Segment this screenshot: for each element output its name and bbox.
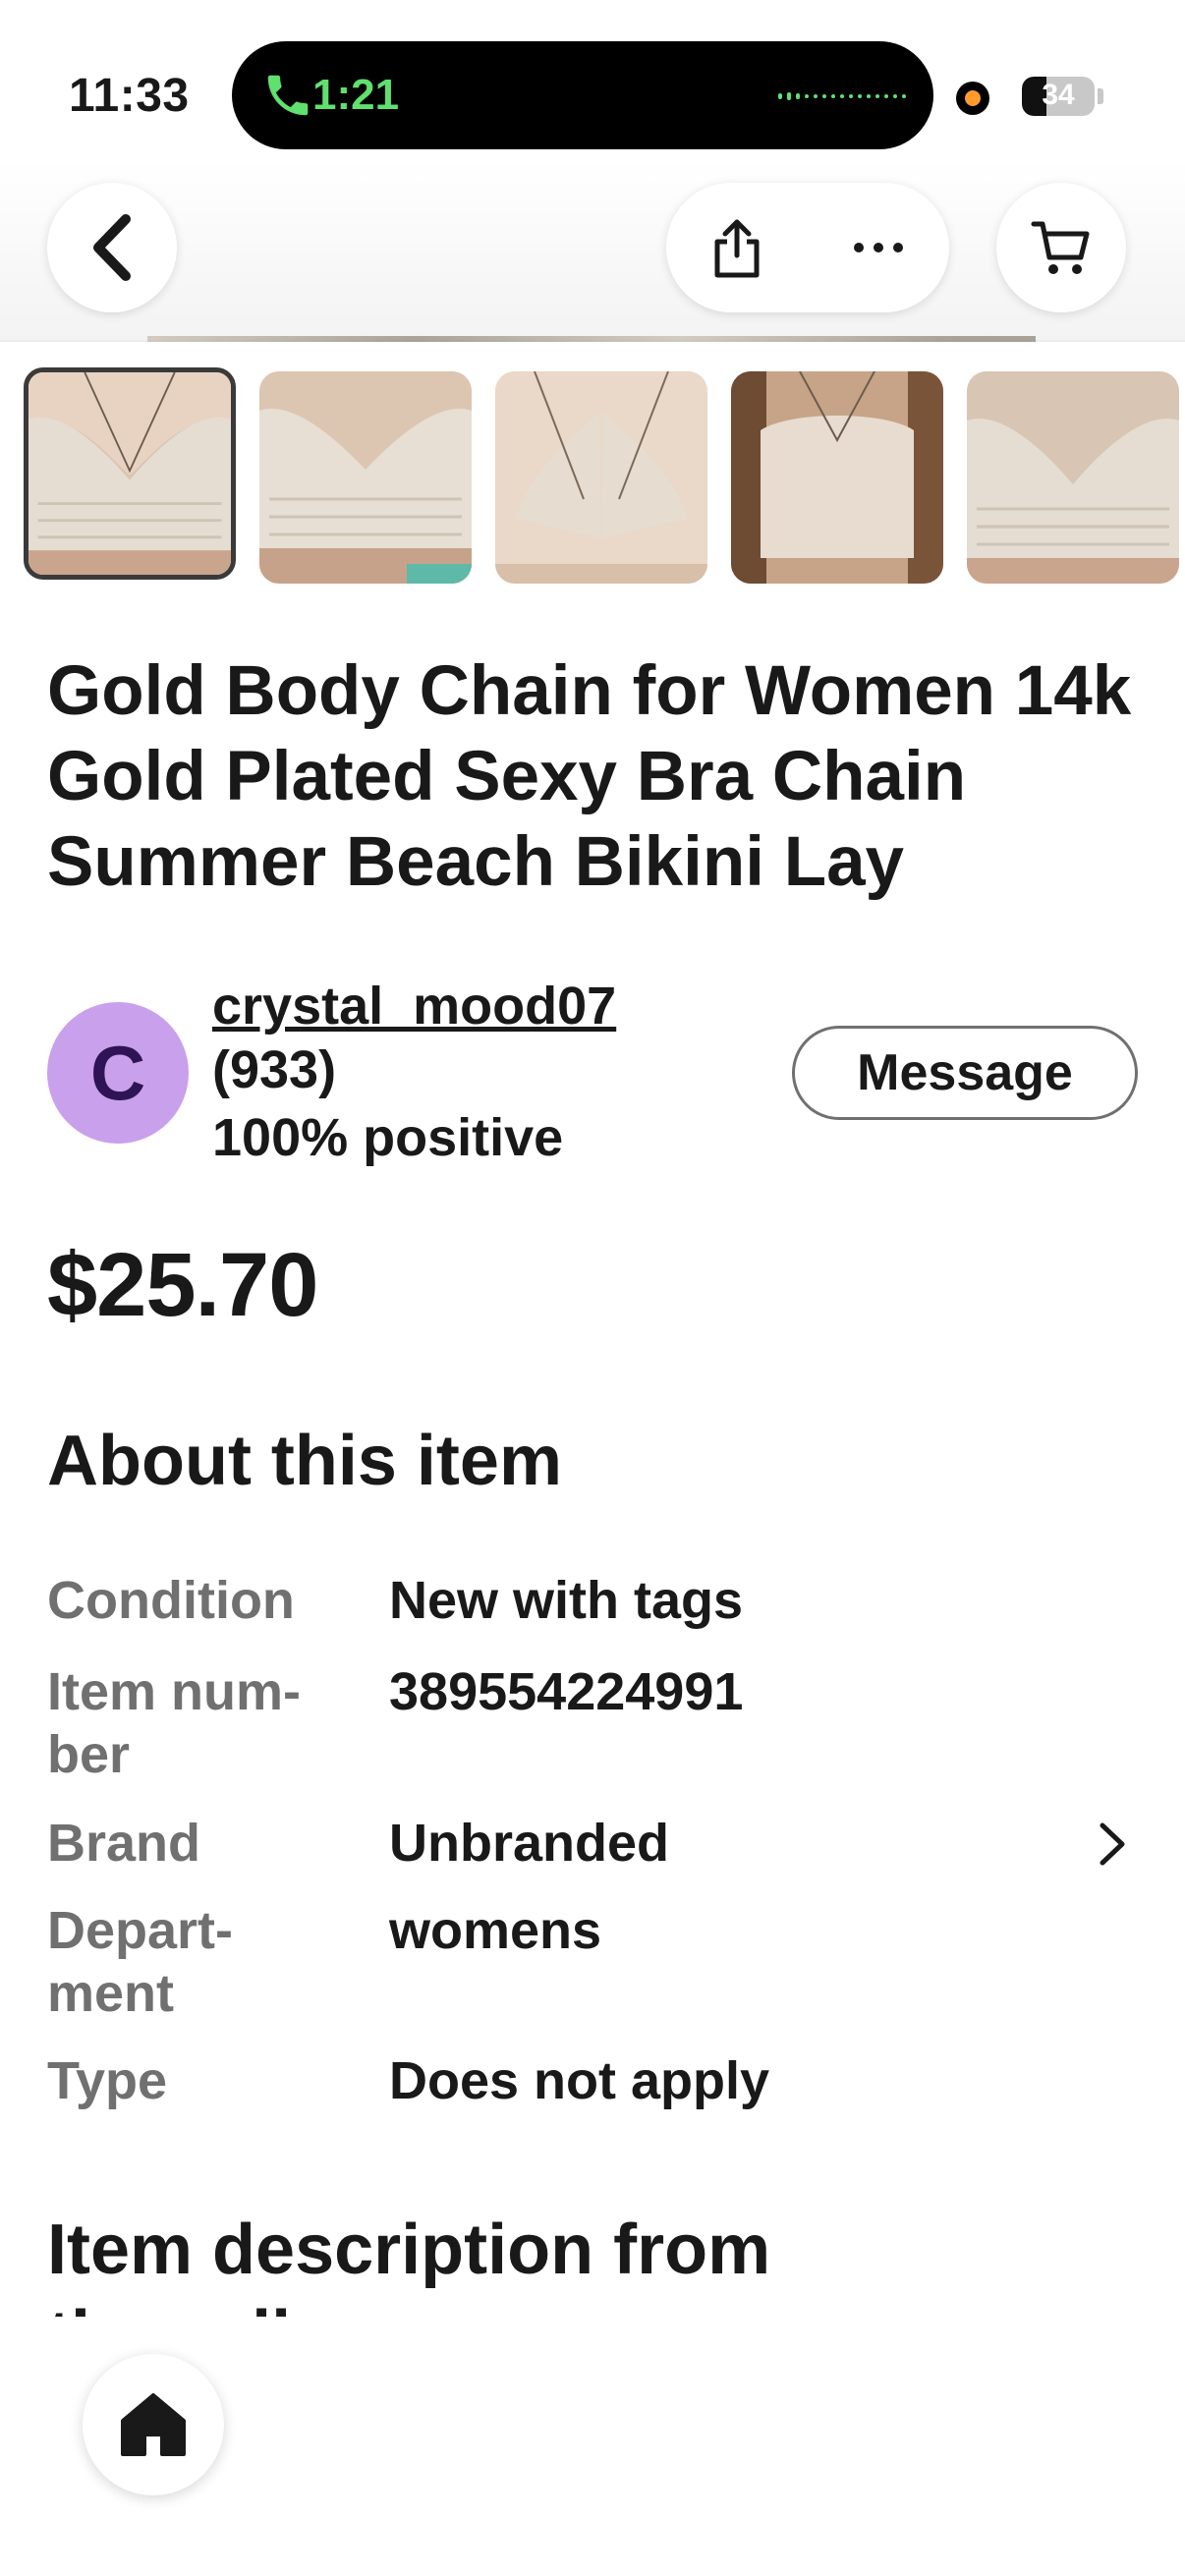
more-button[interactable] xyxy=(808,183,949,312)
item-description-heading: Item description from the seller xyxy=(47,2211,771,2317)
product-photo xyxy=(967,371,1179,584)
spec-label: Type xyxy=(47,2051,168,2110)
cart-icon xyxy=(1031,221,1090,274)
chevron-right-icon[interactable] xyxy=(1093,1820,1132,1869)
home-icon xyxy=(121,2393,186,2456)
spec-value: Does not apply xyxy=(389,2051,770,2110)
share-icon xyxy=(714,219,760,278)
thumbnail-5[interactable] xyxy=(967,371,1179,584)
message-seller-button[interactable]: Message xyxy=(792,1026,1138,1120)
share-button[interactable] xyxy=(666,183,808,312)
item-price: $25.70 xyxy=(47,1235,318,1335)
product-photo xyxy=(28,372,231,575)
phone-icon xyxy=(267,75,309,116)
avatar-letter: C xyxy=(89,1029,146,1116)
main-image-edge xyxy=(147,336,1036,342)
home-button[interactable] xyxy=(83,2354,224,2495)
seller-positive-rating: 100% positive xyxy=(212,1108,564,1167)
cart-button[interactable] xyxy=(996,183,1126,312)
spec-value: womens xyxy=(389,1901,602,1960)
spec-value: New with tags xyxy=(389,1571,744,1630)
spec-value: Unbranded xyxy=(389,1814,670,1873)
spec-row-brand[interactable]: Brand Unbranded xyxy=(47,1812,1138,1875)
product-page: 11:33 1:21 34 Gold Body Chain for Women … xyxy=(0,0,1185,2576)
product-photo xyxy=(259,371,472,584)
spec-value: 389554224991 xyxy=(389,1662,744,1721)
audio-wave-icon xyxy=(778,92,906,100)
product-photo xyxy=(495,371,707,584)
thumbnail-4[interactable] xyxy=(731,371,943,584)
battery-icon: 34 xyxy=(1022,77,1095,116)
product-photo xyxy=(731,371,943,584)
spec-label: Depart- ment xyxy=(47,1901,234,2023)
thumbnail-3[interactable] xyxy=(495,371,707,584)
share-more-group xyxy=(666,183,949,312)
call-indicator[interactable]: 1:21 xyxy=(232,41,933,149)
thumbnail-2[interactable] xyxy=(259,371,472,584)
back-button[interactable] xyxy=(47,183,177,312)
battery-tip xyxy=(1098,88,1103,104)
seller-avatar[interactable]: C xyxy=(47,1002,189,1144)
about-item-heading: About this item xyxy=(47,1422,562,1500)
spec-row-condition: Condition New with tags xyxy=(47,1569,1138,1632)
recording-indicator-icon xyxy=(956,82,989,115)
spec-row-type: Type Does not apply xyxy=(47,2049,1138,2112)
seller-name-link[interactable]: crystal_mood07 xyxy=(212,976,616,1036)
seller-feedback-count: (933) xyxy=(212,1040,337,1099)
call-duration: 1:21 xyxy=(312,71,400,119)
spec-label: Condition xyxy=(47,1571,295,1630)
spec-row-department: Depart- ment womens xyxy=(47,1899,1138,2025)
product-title: Gold Body Chain for Women 14k Gold Plate… xyxy=(47,652,1132,901)
status-time: 11:33 xyxy=(69,70,190,122)
chevron-left-icon xyxy=(93,214,131,281)
battery-percent: 34 xyxy=(1042,79,1075,111)
spec-row-item-number: Item num- ber 389554224991 xyxy=(47,1660,1138,1786)
thumbnail-1[interactable] xyxy=(24,367,236,580)
spec-label: Brand xyxy=(47,1814,201,1873)
more-horizontal-icon xyxy=(854,243,903,252)
spec-label: Item num- ber xyxy=(47,1662,302,1784)
thumbnail-strip[interactable] xyxy=(24,367,1185,584)
